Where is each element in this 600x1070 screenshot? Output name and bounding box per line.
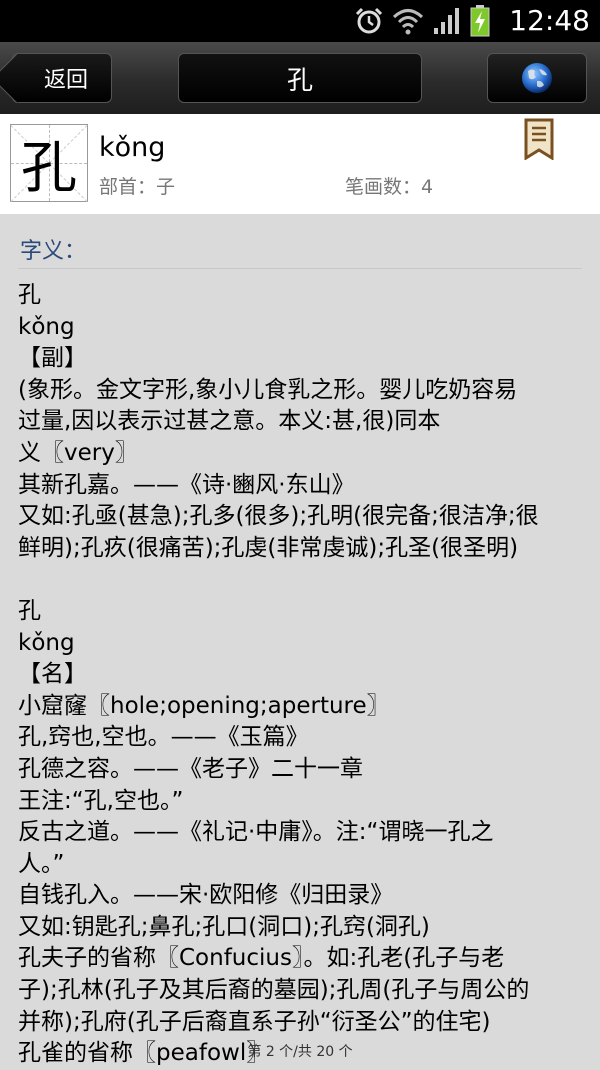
definition-line: 自钱孔入。——宋·欧阳修《归田录》	[18, 882, 394, 909]
signal-icon	[434, 8, 459, 34]
back-button[interactable]: 返回	[12, 53, 112, 103]
action-bar: 返回 孔	[0, 42, 600, 115]
definition-content: 孔 kǒng 【副】 (象形。金文字形,象小儿食乳之形。婴儿吃奶容易 过量,因以表示过甚…	[18, 280, 588, 1070]
stroke-count: 笔画数：4	[345, 176, 434, 198]
definition-line: 孔德之容。——《老子》二十一章	[18, 755, 363, 782]
definition-line: 孔	[18, 282, 41, 308]
bookmark-button[interactable]	[524, 118, 554, 164]
back-button-label: 返回	[43, 68, 88, 93]
definition-line: 义〖very〗	[18, 439, 138, 466]
definition-line: 人。”	[18, 850, 65, 877]
definition-line: 【副】	[18, 345, 87, 372]
status-bar: 12:48	[0, 0, 600, 42]
pager-status: 第 2 个/共 20 个	[247, 1044, 353, 1060]
alarm-icon	[355, 7, 383, 34]
bookmark-icon	[524, 118, 554, 161]
definition-line: 孔	[18, 597, 41, 624]
definition-line: 又如:孔亟(甚急);孔多(很多);孔明(很完备;很洁净;很	[18, 503, 539, 530]
definition-line: 其新孔嘉。——《诗·豳风·东山》	[18, 471, 355, 498]
definition-line: 【名】	[18, 661, 87, 688]
definition-line: 反古之道。——《礼记·中庸》。注:“谓晓一孔之	[18, 819, 494, 846]
definition-line: 孔,窍也,空也。——《玉篇》	[18, 724, 309, 751]
status-time: 12:48	[509, 4, 590, 37]
definition-line: 王注:“孔,空也。”	[18, 787, 184, 814]
definition-line: (象形。金文字形,象小儿食乳之形。婴儿吃奶容易	[18, 376, 518, 403]
character-header: 孔 kǒng 部首：子 笔画数：4	[0, 114, 600, 214]
radical: 部首：子	[99, 176, 176, 198]
definition-line: 并称);孔府(孔子后裔直系子孙“衍圣公”的住宅)	[18, 1008, 491, 1035]
definition-line: 子);孔林(孔子及其后裔的墓园);孔周(孔子与周公的	[18, 977, 530, 1004]
character-grid-box: 孔	[10, 124, 88, 203]
character-glyph: 孔	[21, 135, 77, 201]
definition-line: 鲜明);孔疚(很痛苦);孔虔(非常虔诚);孔圣(很圣明)	[18, 534, 519, 561]
wifi-icon	[392, 9, 424, 35]
status-icons	[354, 5, 490, 37]
battery-charging-icon	[470, 5, 490, 37]
definition-line: 又如:钥匙孔;鼻孔;孔口(洞口);孔窍(洞孔)	[18, 913, 430, 940]
definition-line: 孔夫子的省称〖Confucius〗。如:孔老(孔子与老	[18, 945, 505, 972]
definition-line	[18, 564, 588, 596]
globe-button[interactable]	[487, 53, 587, 103]
definition-line: 过量,因以表示过甚之意。本义:甚,很)同本	[18, 408, 441, 435]
page-title: 孔	[178, 53, 422, 103]
definition-section-title: 字义：	[20, 239, 87, 264]
section-divider	[18, 268, 582, 269]
definition-line: kǒng	[18, 313, 75, 340]
pinyin: kǒng	[99, 132, 166, 163]
definition-line: kǒng	[18, 629, 75, 656]
globe-icon	[522, 63, 552, 93]
definition-line: 小窟窿〖hole;opening;aperture〗	[18, 692, 390, 719]
